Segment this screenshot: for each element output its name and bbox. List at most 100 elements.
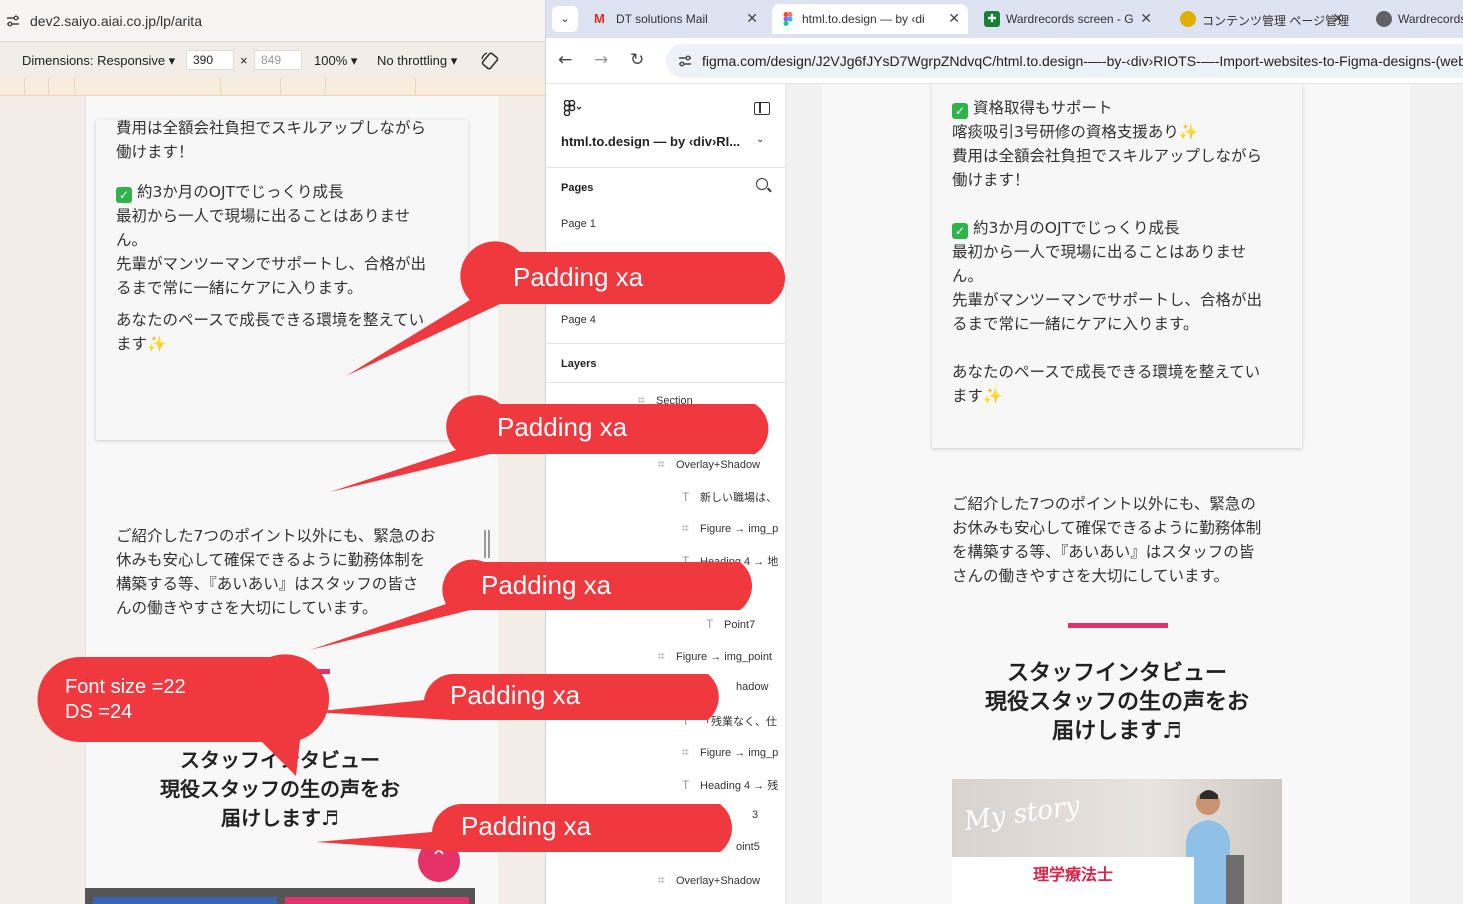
card-line: 先輩がマンツーマンでサポートし、合格が出	[116, 255, 427, 273]
back-icon[interactable]: ←	[558, 50, 572, 70]
sheets-icon: ✚	[984, 11, 1000, 27]
callout-label: Padding xa	[497, 412, 628, 442]
sparkle-icon: ✨	[1178, 123, 1199, 141]
layer-item[interactable]: T Heading 4 → 残	[682, 777, 786, 793]
sparkle-icon: ✨	[147, 335, 167, 353]
card-line-last: ます✨	[952, 387, 1003, 405]
site-settings-icon[interactable]	[678, 54, 692, 68]
card-line: 働けます！	[116, 143, 194, 161]
intro-line: ご紹介した7つのポイント以外にも、緊急の	[952, 495, 1256, 513]
figma-browser-window: ⌄ M DT solutions Mail ✕ html.to.design —…	[545, 0, 1463, 904]
left-address-bar[interactable]: dev2.saiyo.aiai.co.jp/lp/arita	[0, 0, 545, 42]
close-icon[interactable]: ✕	[948, 10, 960, 27]
layer-item[interactable]: oint5	[736, 841, 786, 853]
card-line-last: ます✨	[116, 335, 167, 353]
close-icon[interactable]: ✕	[746, 10, 758, 27]
point-card: 費用は全額会社負担でスキルアップしながら 働けます！ ✓ 約3か月のOJTでじっ…	[96, 119, 468, 440]
layer-item[interactable]: T Point7	[706, 617, 786, 631]
rotate-icon[interactable]	[480, 51, 500, 71]
layer-item[interactable]: T 新しい職場は、	[682, 489, 786, 505]
callout-label: Padding xa	[513, 262, 644, 292]
url-text[interactable]: figma.com/design/J2VJg6fJYsD7WgrpZNdvqC/…	[702, 53, 1463, 69]
point-card: ✓ 資格取得もサポート 喀痰吸引3号研修の資格支援あり✨ 費用は全額会社負担でス…	[932, 84, 1302, 448]
throttling-select[interactable]: No throttling ▾	[377, 53, 457, 69]
section-accent-bar	[230, 669, 330, 674]
layer-item[interactable]: ⌗ Figure → img_point	[658, 649, 786, 664]
frame-icon: ⌗	[638, 393, 645, 407]
tab-gmail[interactable]: M DT solutions Mail ✕	[586, 4, 766, 34]
layer-item[interactable]: T Heading 4 → 地	[682, 553, 786, 569]
intro-paragraph: ご紹介した7つのポイント以外にも、緊急の お休みも安心して確保できるように勤務体…	[952, 492, 1292, 588]
tab-search-button[interactable]: ⌄	[552, 6, 578, 32]
figma-icon	[783, 12, 793, 26]
intro-line: を構築する等、『あいあい』はスタッフの皆	[952, 543, 1255, 561]
devtools-window: dev2.saiyo.aiai.co.jp/lp/arita Dimension…	[0, 0, 545, 904]
card-line: るまで常に一緒にケアに入ります。	[116, 279, 363, 297]
card-line: るまで常に一緒にケアに入ります。	[952, 315, 1199, 333]
close-icon[interactable]: ✕	[1332, 10, 1344, 27]
dimensions-select[interactable]: Dimensions: Responsive ▾	[22, 53, 175, 69]
width-input[interactable]: 390	[186, 50, 234, 70]
layer-item[interactable]: 3	[752, 809, 786, 821]
reload-icon[interactable]: ↻	[630, 50, 644, 70]
figma-menu-icon[interactable]	[562, 100, 584, 116]
search-icon[interactable]	[756, 178, 768, 190]
card-line: ん。	[952, 267, 984, 285]
text-icon: T	[682, 714, 690, 728]
height-input[interactable]: 849	[254, 50, 302, 70]
card-line: 最初から一人で現場に出ることはありませ	[952, 243, 1247, 261]
viewport-resize-handle[interactable]	[484, 530, 490, 558]
text-icon: T	[682, 490, 690, 504]
interview-heading: スタッフインタビュー 現役スタッフの生の声をお 届けします♬	[984, 661, 1249, 744]
layer-item[interactable]: ⌗ Figure → img_p	[682, 745, 786, 760]
layer-item[interactable]: ⌗ Section	[638, 393, 786, 408]
page-item[interactable]: Page 1	[561, 218, 596, 230]
frame-icon: ⌗	[658, 649, 665, 663]
tab-sheets[interactable]: ✚ Wardrecords screen - G ✕	[976, 4, 1160, 34]
image-strip	[85, 888, 475, 904]
card-line: 働けます！	[952, 171, 1030, 189]
layer-item[interactable]: ⌗ Overlay+Shadow	[658, 457, 786, 472]
section-accent-bar	[1068, 623, 1168, 628]
callout-label: Padding xa	[461, 811, 592, 841]
frame-icon: ⌗	[658, 873, 665, 887]
chevron-down-icon[interactable]: ⌄	[756, 134, 764, 145]
intro-line: ご紹介した7つのポイント以外にも、緊急のお	[116, 527, 436, 545]
card-line: 費用は全額会社負担でスキルアップしながら	[116, 119, 427, 137]
cms-icon	[1180, 11, 1196, 27]
layers-label: Layers	[561, 358, 597, 370]
site-settings-icon[interactable]	[6, 14, 20, 28]
layer-item[interactable]: T 「残業なく、仕	[682, 713, 786, 729]
card-line-heading: ✓ 資格取得もサポート	[952, 96, 1292, 120]
check-icon: ✓	[952, 223, 968, 239]
layer-item[interactable]: ⌗ Overlay+Shadow	[658, 873, 786, 888]
frame-icon: ⌗	[682, 745, 689, 759]
close-icon[interactable]: ✕	[1140, 10, 1152, 27]
sidebar-toggle-icon[interactable]	[754, 102, 770, 115]
card-line-heading: ✓ 約3か月のOJTでじっくり成長	[116, 180, 456, 204]
intro-paragraph: ご紹介した7つのポイント以外にも、緊急のお 休みも安心して確保できるように勤務体…	[116, 524, 466, 620]
intro-line: 休みも安心して確保できるように勤務体制を	[116, 551, 426, 569]
card-spacer	[952, 336, 1292, 360]
forward-icon[interactable]: →	[594, 50, 608, 70]
layer-item[interactable]: hadow	[736, 681, 786, 693]
media-query-ruler[interactable]	[0, 78, 545, 96]
layer-item[interactable]: ⌗ Figure → img_p	[682, 521, 786, 536]
text-icon: T	[682, 554, 690, 568]
font-note: Font size =22 DS =24	[65, 676, 186, 723]
tab-figma[interactable]: html.to.design — by ‹di ✕	[772, 4, 968, 34]
file-name[interactable]: html.to.design — by ‹div›RI...	[561, 134, 740, 149]
page-item[interactable]: Page 4	[561, 314, 596, 326]
card-line: 喀痰吸引3号研修の資格支援あり✨	[952, 123, 1199, 141]
card-line: 費用は全額会社負担でスキルアップしながら	[952, 147, 1263, 165]
frame-icon: ⌗	[658, 457, 665, 471]
figma-canvas[interactable]: ✓ 資格取得もサポート 喀痰吸引3号研修の資格支援あり✨ 費用は全額会社負担でス…	[786, 84, 1463, 904]
check-icon: ✓	[116, 187, 132, 203]
tab-cms[interactable]: コンテンツ管理 ページ管理 ✕	[1172, 4, 1352, 34]
tab-wardrecords[interactable]: Wardrecords	[1368, 4, 1463, 34]
card-line: 最初から一人で現場に出ることはありませ	[116, 207, 411, 225]
omnibox[interactable]: figma.com/design/J2VJg6fJYsD7WgrpZNdvqC/…	[666, 44, 1463, 78]
zoom-select[interactable]: 100% ▾	[314, 53, 357, 69]
scroll-top-button[interactable]: ⌃	[418, 840, 460, 882]
left-url-text[interactable]: dev2.saiyo.aiai.co.jp/lp/arita	[30, 13, 202, 29]
